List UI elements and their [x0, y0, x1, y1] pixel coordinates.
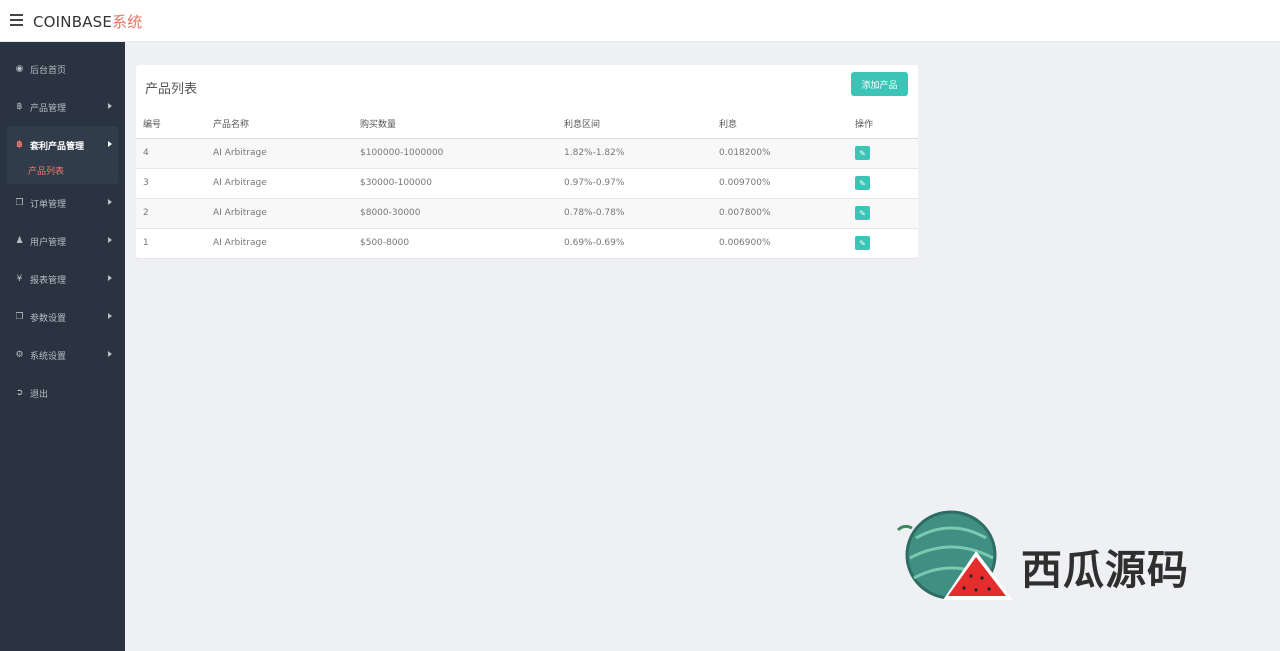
add-product-button[interactable]: 添加产品 [851, 72, 908, 96]
column-header-rate: 利息 [719, 110, 855, 139]
sidebar: ◉ 后台首页 ฿ 产品管理 ฿ 套利产品管理 产品列表 ❐ 订单管理 ♟ 用户管… [0, 42, 125, 651]
sidebar-item-label: 参数设置 [30, 313, 67, 324]
cell-range: 0.97%-0.97% [564, 168, 719, 199]
column-header-amount: 购买数量 [360, 110, 564, 139]
chevron-right-icon [108, 141, 112, 147]
sidebar-item-label: 产品管理 [30, 103, 67, 114]
column-header-range: 利息区间 [564, 110, 719, 139]
cell-rate: 0.009700% [719, 168, 855, 199]
sidebar-item-orders[interactable]: ❐ 订单管理 [0, 184, 125, 222]
sidebar-item-label: 报表管理 [30, 275, 67, 286]
brand-accent: 系统 [112, 13, 143, 31]
sidebar-item-label: 用户管理 [30, 237, 67, 248]
bitcoin-icon: ฿ [16, 102, 23, 112]
sidebar-item-label: 后台首页 [30, 65, 67, 76]
cell-action: ✎ [855, 168, 918, 199]
cell-id: 3 [136, 168, 213, 199]
cell-name: AI Arbitrage [213, 228, 360, 259]
cell-id: 1 [136, 228, 213, 259]
watermark-text: 西瓜源码 [1021, 546, 1189, 594]
brand-title: COINBASE系统 [33, 11, 142, 32]
sidebar-item-parameters[interactable]: ❐ 参数设置 [0, 298, 125, 336]
sidebar-item-arbitrage-products[interactable]: ฿ 套利产品管理 [7, 126, 118, 164]
yen-icon: ¥ [16, 274, 23, 284]
cell-name: AI Arbitrage [213, 168, 360, 199]
product-list-panel: 产品列表 添加产品 编号 产品名称 购买数量 利息区间 利息 操作 4 AI A… [136, 65, 918, 259]
sidebar-item-label: 订单管理 [30, 199, 67, 210]
table-row: 3 AI Arbitrage $30000-100000 0.97%-0.97%… [136, 168, 918, 199]
sign-out-icon: ➲ [15, 388, 24, 398]
chevron-right-icon [108, 103, 112, 109]
copy-icon: ❐ [15, 198, 24, 208]
edit-icon[interactable]: ✎ [855, 176, 870, 190]
chevron-right-icon [108, 351, 112, 357]
sidebar-item-products[interactable]: ฿ 产品管理 [0, 88, 125, 126]
cell-amount: $8000-30000 [360, 198, 564, 229]
cell-range: 1.82%-1.82% [564, 138, 719, 169]
cell-amount: $30000-100000 [360, 168, 564, 199]
watermelon-logo-icon [896, 510, 1013, 600]
copy-icon: ❐ [15, 312, 24, 322]
bitcoin-icon: ฿ [16, 140, 23, 150]
sidebar-subitem-product-list[interactable]: 产品列表 [7, 164, 118, 184]
cell-range: 0.78%-0.78% [564, 198, 719, 229]
dashboard-icon: ◉ [15, 64, 24, 74]
table-row: 1 AI Arbitrage $500-8000 0.69%-0.69% 0.0… [136, 228, 918, 259]
sidebar-item-label: 系统设置 [30, 351, 67, 362]
table-row: 4 AI Arbitrage $100000-1000000 1.82%-1.8… [136, 138, 918, 169]
hamburger-menu-icon[interactable] [10, 14, 23, 26]
top-bar: COINBASE系统 [0, 0, 1280, 42]
edit-icon[interactable]: ✎ [855, 206, 870, 220]
cell-amount: $100000-1000000 [360, 138, 564, 169]
cell-id: 4 [136, 138, 213, 169]
cell-name: AI Arbitrage [213, 138, 360, 169]
table-row: 2 AI Arbitrage $8000-30000 0.78%-0.78% 0… [136, 198, 918, 229]
sidebar-group-arbitrage: ฿ 套利产品管理 产品列表 [7, 126, 118, 184]
edit-icon[interactable]: ✎ [855, 146, 870, 160]
chevron-right-icon [108, 313, 112, 319]
cell-action: ✎ [855, 138, 918, 169]
user-icon: ♟ [15, 236, 24, 246]
column-header-id: 编号 [136, 110, 213, 139]
cell-name: AI Arbitrage [213, 198, 360, 229]
cell-rate: 0.018200% [719, 138, 855, 169]
cell-action: ✎ [855, 198, 918, 229]
chevron-right-icon [108, 237, 112, 243]
panel-title: 产品列表 [145, 82, 198, 97]
table-header-row: 编号 产品名称 购买数量 利息区间 利息 操作 [136, 110, 918, 139]
cell-rate: 0.007800% [719, 198, 855, 229]
cell-rate: 0.006900% [719, 228, 855, 259]
cell-action: ✎ [855, 228, 918, 259]
sidebar-item-logout[interactable]: ➲ 退出 [0, 374, 125, 412]
column-header-action: 操作 [855, 110, 918, 139]
sidebar-item-label: 退出 [30, 389, 49, 400]
product-table: 编号 产品名称 购买数量 利息区间 利息 操作 4 AI Arbitrage $… [136, 110, 918, 259]
sidebar-item-reports[interactable]: ¥ 报表管理 [0, 260, 125, 298]
brand-name: COINBASE [33, 13, 113, 31]
sidebar-item-label: 套利产品管理 [30, 141, 85, 152]
sidebar-item-system[interactable]: ⚙ 系统设置 [0, 336, 125, 374]
gears-icon: ⚙ [15, 350, 24, 360]
watermark: 西瓜源码 [896, 508, 1216, 608]
cell-id: 2 [136, 198, 213, 229]
cell-range: 0.69%-0.69% [564, 228, 719, 259]
chevron-right-icon [108, 199, 112, 205]
column-header-name: 产品名称 [213, 110, 360, 139]
edit-icon[interactable]: ✎ [855, 236, 870, 250]
sidebar-item-users[interactable]: ♟ 用户管理 [0, 222, 125, 260]
sidebar-item-dashboard[interactable]: ◉ 后台首页 [0, 50, 125, 88]
cell-amount: $500-8000 [360, 228, 564, 259]
chevron-right-icon [108, 275, 112, 281]
